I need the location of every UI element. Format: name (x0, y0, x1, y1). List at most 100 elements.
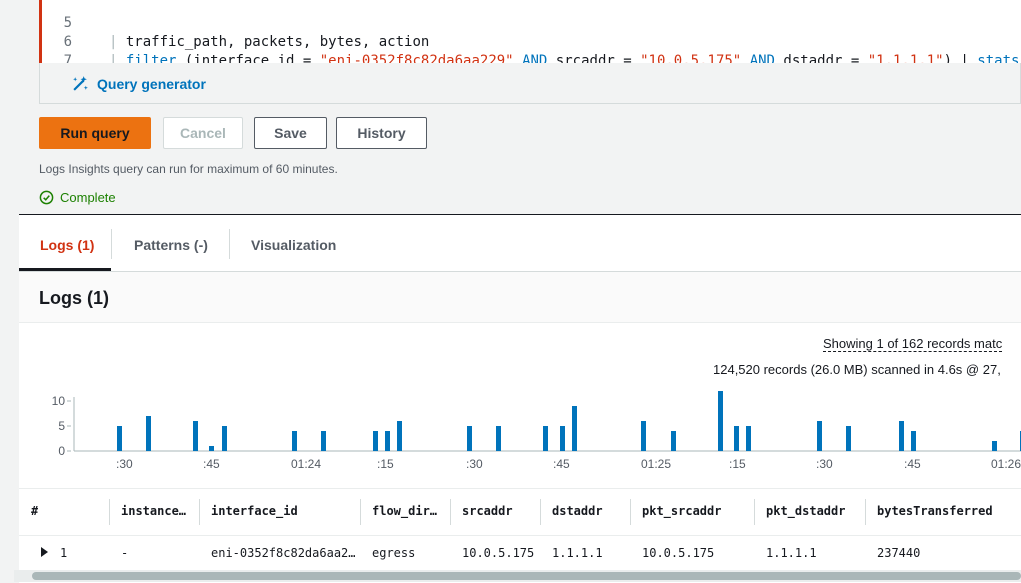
results-panel: Logs (1) Patterns (-) Visualization Logs… (19, 214, 1021, 583)
histogram-bar[interactable] (193, 421, 198, 451)
run-query-button[interactable]: Run query (39, 117, 151, 149)
table-cell: 1 (60, 546, 68, 560)
column-header[interactable]: flow_dir… (372, 504, 437, 518)
editor-line-7: 7 | sort bytesTransferred desc (42, 33, 76, 63)
column-header[interactable]: dstaddr (552, 504, 603, 518)
editor-footer: Query generator (39, 63, 1021, 104)
x-tick-label: 01:26 (991, 457, 1021, 471)
code-text: dstaddr = (783, 53, 868, 63)
x-tick-label: :30 (116, 457, 133, 471)
tab-divider (229, 229, 230, 259)
histogram-bar[interactable] (899, 421, 904, 451)
x-tick-label: :45 (553, 457, 570, 471)
keyword: filter (125, 53, 177, 63)
line-number: 7 (63, 53, 72, 63)
column-divider[interactable] (360, 499, 361, 525)
pipe-char: | (109, 34, 118, 50)
histogram-bar[interactable] (560, 426, 565, 451)
code-text: (interface_id = (184, 53, 320, 63)
query-editor[interactable]: 5 | traffic_path, packets, bytes, action… (39, 0, 1021, 63)
column-divider[interactable] (450, 499, 451, 525)
histogram-bar[interactable] (846, 426, 851, 451)
histogram-bar[interactable] (572, 406, 577, 451)
y-tick-label: 0 (58, 444, 65, 458)
x-tick-label: :30 (466, 457, 483, 471)
histogram-bar[interactable] (397, 421, 402, 451)
histogram-bar[interactable] (746, 426, 751, 451)
column-header[interactable]: srcaddr (462, 504, 513, 518)
column-divider[interactable] (754, 499, 755, 525)
histogram-bar[interactable] (734, 426, 739, 451)
histogram-bar[interactable] (321, 431, 326, 451)
x-tick-label: :15 (377, 457, 394, 471)
tab-logs[interactable]: Logs (1) (40, 237, 94, 253)
logs-header: Logs (1) (19, 272, 1021, 323)
x-tick-label: :30 (816, 457, 833, 471)
code-text: ) | (943, 53, 978, 63)
histogram-bar[interactable] (671, 431, 676, 451)
x-tick-label: 01:24 (291, 457, 321, 471)
horizontal-scrollbar[interactable] (14, 570, 1021, 582)
string-literal: "eni-0352f8c82da6aa229" (319, 53, 514, 63)
column-header[interactable]: pkt_srcaddr (642, 504, 721, 518)
keyword: AND (522, 53, 548, 63)
histogram-bar[interactable] (146, 416, 151, 451)
table-cell: 237440 (877, 546, 921, 560)
status-label: Complete (60, 190, 116, 205)
column-divider[interactable] (630, 499, 631, 525)
history-button[interactable]: History (336, 117, 427, 149)
column-divider[interactable] (540, 499, 541, 525)
active-tab-indicator (19, 268, 111, 271)
log-histogram: 10 5 0:30:45 01:24:15:30:45 01:25:15:30:45 01… (52, 391, 1021, 471)
tab-visualization[interactable]: Visualization (251, 237, 336, 253)
string-literal: "10.0.5.175" (640, 53, 742, 63)
column-divider[interactable] (199, 499, 200, 525)
histogram-bar[interactable] (209, 446, 214, 451)
y-tick-label: 10 (52, 394, 66, 408)
histogram-bar[interactable] (992, 441, 997, 451)
histogram-bar[interactable] (222, 426, 227, 451)
editor-line-6: 6 | filter (interface_id = "eni-0352f8c8… (42, 14, 1020, 63)
histogram-bar[interactable] (718, 391, 723, 451)
histogram-bar[interactable] (117, 426, 122, 451)
table-cell: 10.0.5.175 (462, 546, 535, 560)
table-cell: 1.1.1.1 (766, 546, 817, 560)
cancel-button[interactable]: Cancel (163, 117, 243, 149)
histogram-bar[interactable] (817, 421, 822, 451)
column-header[interactable]: bytesTransferred (877, 504, 993, 518)
query-generator-label: Query generator (97, 75, 206, 92)
code-text: traffic_path, packets, bytes, action (125, 34, 430, 50)
magic-wand-icon (73, 76, 88, 91)
query-generator-link[interactable]: Query generator (72, 75, 206, 92)
tab-patterns[interactable]: Patterns (-) (134, 237, 208, 253)
pipe-char: | (109, 53, 118, 63)
column-divider[interactable] (865, 499, 866, 525)
histogram-bar[interactable] (543, 426, 548, 451)
column-header[interactable]: # (31, 504, 38, 518)
column-divider[interactable] (109, 499, 110, 525)
histogram-bar[interactable] (373, 431, 378, 451)
save-button[interactable]: Save (254, 117, 327, 149)
histogram-bar[interactable] (467, 426, 472, 451)
logs-title: Logs (1) (39, 288, 109, 308)
histogram-bar[interactable] (911, 431, 916, 451)
column-header[interactable]: interface_id (211, 504, 298, 518)
table-cell: eni-0352f8c82da6aa2… (211, 546, 356, 560)
column-header[interactable]: pkt_dstaddr (766, 504, 845, 518)
x-tick-label: :15 (729, 457, 746, 471)
check-circle-icon (39, 190, 54, 205)
records-showing-text[interactable]: Showing 1 of 162 records matc (823, 336, 1003, 352)
table-cell: 1.1.1.1 (552, 546, 603, 560)
histogram-bar[interactable] (641, 421, 646, 451)
y-tick-label: 5 (58, 419, 65, 433)
scrollbar-thumb[interactable] (32, 572, 1021, 580)
keyword: AND (749, 53, 775, 63)
column-header[interactable]: instance… (121, 504, 186, 518)
histogram-bar[interactable] (292, 431, 297, 451)
table-row[interactable]: 1 - eni-0352f8c82da6aa2… egress 10.0.5.175 1.… (19, 535, 1021, 569)
histogram-bar[interactable] (385, 431, 390, 451)
x-tick-label: 01:25 (641, 457, 671, 471)
table-cell: - (121, 546, 129, 560)
expand-caret-icon[interactable] (39, 547, 49, 557)
histogram-bar[interactable] (496, 426, 501, 451)
